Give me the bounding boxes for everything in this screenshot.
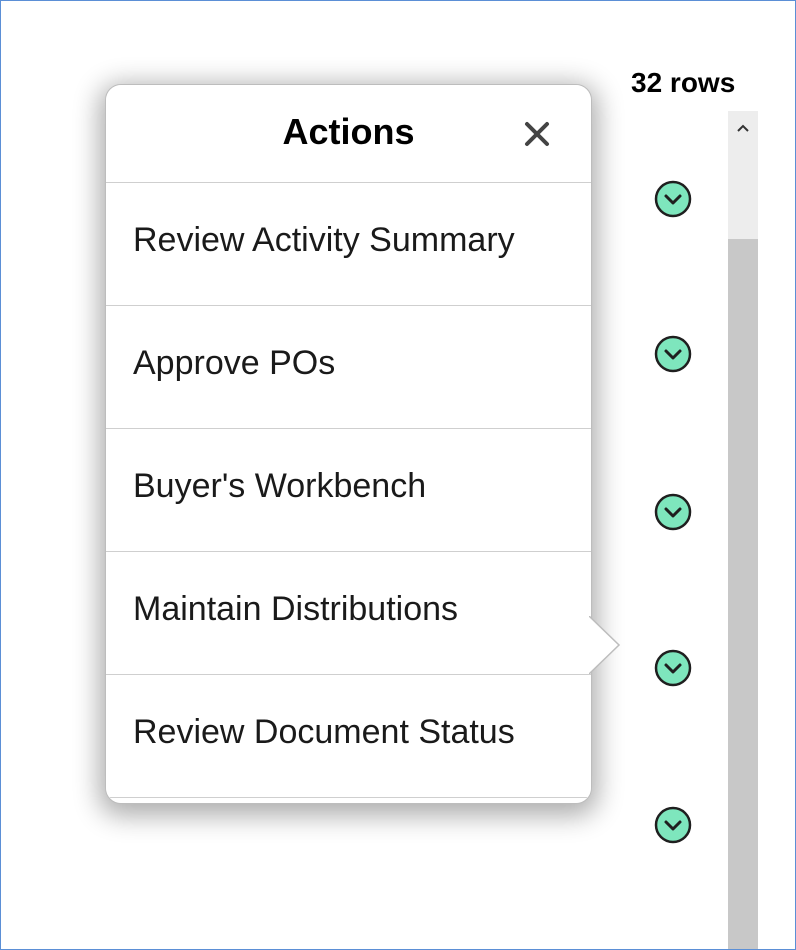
menu-item-maintain-distributions[interactable]: Maintain Distributions: [106, 552, 591, 675]
menu-item-review-activity-summary[interactable]: Review Activity Summary: [106, 183, 591, 306]
chevron-down-circle-icon: [654, 180, 692, 218]
row-actions-button-4[interactable]: [651, 646, 695, 690]
vertical-scrollbar[interactable]: [728, 111, 758, 949]
row-actions-button-3[interactable]: [651, 490, 695, 534]
row-actions-button-5[interactable]: [651, 803, 695, 847]
actions-popup-header: Actions: [106, 85, 591, 183]
actions-popup-body: Actions Review Activity Summary Approve …: [106, 85, 591, 803]
menu-item-review-document-status[interactable]: Review Document Status: [106, 675, 591, 798]
close-button[interactable]: [516, 113, 558, 155]
chevron-down-circle-icon: [654, 335, 692, 373]
menu-item-label: Review Activity Summary: [133, 221, 515, 259]
menu-item-label: Buyer's Workbench: [133, 467, 427, 505]
row-actions-button-1[interactable]: [651, 177, 695, 221]
menu-item-approve-pos[interactable]: Approve POs: [106, 306, 591, 429]
menu-item-label: Maintain Distributions: [133, 590, 459, 628]
close-icon: [525, 122, 549, 146]
popup-pointer-arrow: [589, 616, 621, 674]
rows-count-label: 32 rows: [631, 67, 736, 98]
grid-frame: 32 rows Actions Review Activity Summary …: [0, 0, 796, 950]
chevron-down-circle-icon: [654, 806, 692, 844]
menu-item-label: Approve POs: [133, 344, 336, 382]
chevron-down-circle-icon: [654, 649, 692, 687]
row-actions-button-2[interactable]: [651, 332, 695, 376]
chevron-up-icon: [737, 124, 749, 132]
chevron-down-circle-icon: [654, 493, 692, 531]
menu-item-label: Review Document Status: [133, 713, 515, 751]
actions-popup: Actions Review Activity Summary Approve …: [105, 84, 621, 804]
scroll-up-button[interactable]: [728, 111, 758, 145]
menu-item-buyers-workbench[interactable]: Buyer's Workbench: [106, 429, 591, 552]
